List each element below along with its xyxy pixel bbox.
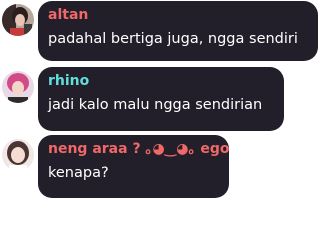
user-avatar[interactable] bbox=[2, 71, 34, 103]
message-bubble: altan padahal bertiga juga, ngga sendiri bbox=[38, 1, 318, 61]
altan-avatar-image bbox=[2, 4, 34, 36]
message-text: jadi kalo malu ngga sendirian bbox=[48, 97, 263, 113]
neng-araa-avatar-image bbox=[2, 139, 34, 171]
rhino-avatar-image bbox=[2, 71, 34, 103]
message-bubble: neng araa ? ｡◕‿◕｡ ego kenapa? bbox=[38, 135, 229, 198]
message-text: padahal bertiga juga, ngga sendiri bbox=[48, 31, 298, 47]
user-avatar[interactable] bbox=[2, 139, 34, 171]
username[interactable]: rhino bbox=[48, 72, 274, 90]
username[interactable]: altan bbox=[48, 6, 308, 24]
message-text: kenapa? bbox=[48, 165, 109, 181]
user-avatar[interactable] bbox=[2, 4, 34, 36]
message-bubble: rhino jadi kalo malu ngga sendirian bbox=[38, 67, 284, 131]
username[interactable]: neng araa ? ｡◕‿◕｡ ego bbox=[48, 140, 229, 158]
